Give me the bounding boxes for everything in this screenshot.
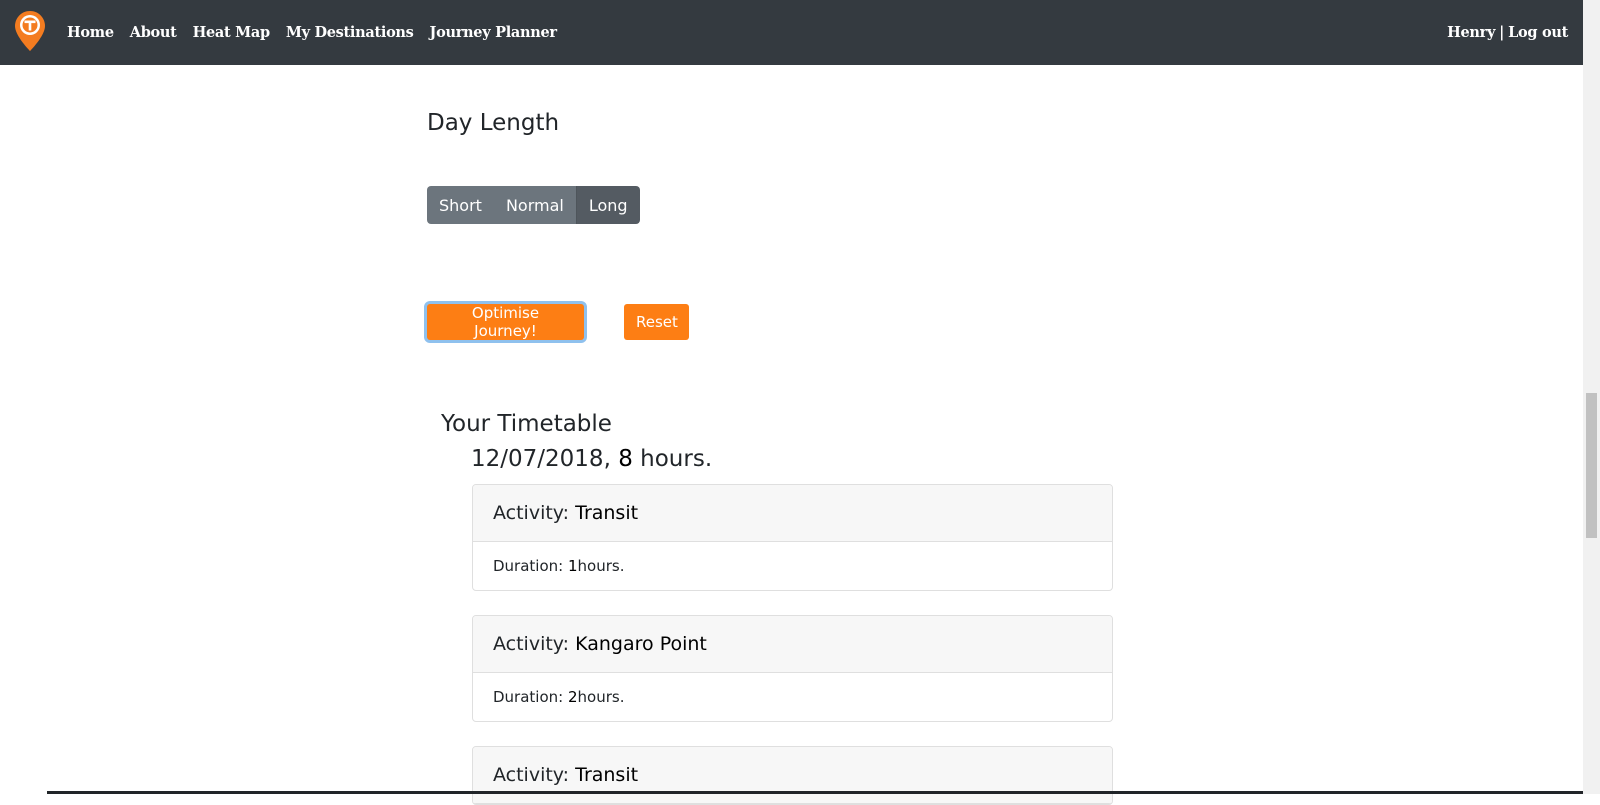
activity-card-header: Activity: Kangaro Point	[473, 616, 1112, 673]
activity-card: Activity: Transit Duration: 1 hours.	[472, 484, 1113, 591]
activity-name: Transit	[575, 502, 639, 524]
logout-link[interactable]: Log out	[1508, 24, 1568, 41]
nav-my-destinations-link[interactable]: My Destinations	[286, 24, 414, 41]
nav-links: Home About Heat Map My Destinations Jour…	[67, 0, 557, 65]
day-length-title: Day Length	[427, 110, 560, 136]
nav-home-link[interactable]: Home	[67, 24, 114, 41]
activity-card: Activity: Transit	[472, 746, 1113, 805]
activity-card-header: Activity: Transit	[473, 747, 1112, 804]
nav-separator: |	[1499, 24, 1505, 41]
activity-name: Transit	[575, 764, 639, 786]
duration-prefix: Duration:	[493, 557, 564, 575]
day-length-toggle: Short Normal Long	[427, 186, 640, 224]
reset-button[interactable]: Reset	[624, 304, 689, 340]
timetable-hours-suffix: hours.	[632, 446, 713, 472]
nav-about-link[interactable]: About	[130, 24, 177, 41]
duration-value: 2	[567, 688, 578, 706]
logo-pin-icon[interactable]	[14, 10, 46, 52]
scrollbar-thumb[interactable]	[1586, 393, 1597, 538]
top-navbar: Home About Heat Map My Destinations Jour…	[0, 0, 1583, 65]
duration-suffix: hours.	[577, 557, 625, 575]
duration-prefix: Duration:	[493, 688, 564, 706]
activity-card-body: Duration: 2 hours.	[473, 673, 1112, 721]
timetable-title: Your Timetable	[441, 411, 612, 437]
vertical-scrollbar[interactable]	[1583, 0, 1600, 794]
activity-card: Activity: Kangaro Point Duration: 2 hour…	[472, 615, 1113, 722]
activity-card-body: Duration: 1 hours.	[473, 542, 1112, 590]
nav-journey-planner-link[interactable]: Journey Planner	[430, 24, 558, 41]
optimise-journey-button[interactable]: Optimise Journey!	[427, 304, 584, 340]
date-separator: ,	[603, 446, 619, 472]
day-length-long-button[interactable]: Long	[575, 186, 640, 224]
activity-card-header: Activity: Transit	[473, 485, 1112, 542]
activity-prefix: Activity:	[493, 502, 570, 524]
user-menu: Henry | Log out	[1447, 0, 1568, 65]
nav-heatmap-link[interactable]: Heat Map	[193, 24, 271, 41]
user-name-link[interactable]: Henry	[1447, 24, 1495, 41]
duration-suffix: hours.	[577, 688, 625, 706]
activity-prefix: Activity:	[493, 764, 570, 786]
activity-name: Kangaro Point	[575, 633, 707, 655]
duration-value: 1	[567, 557, 578, 575]
activity-prefix: Activity:	[493, 633, 570, 655]
timetable-date: 12/07/2018	[471, 446, 604, 472]
day-length-short-button[interactable]: Short	[427, 186, 494, 224]
timetable-hours-value: 8	[618, 446, 633, 472]
timetable-date-summary: 12/07/2018, 8 hours.	[471, 446, 712, 472]
day-length-normal-button[interactable]: Normal	[493, 186, 576, 224]
